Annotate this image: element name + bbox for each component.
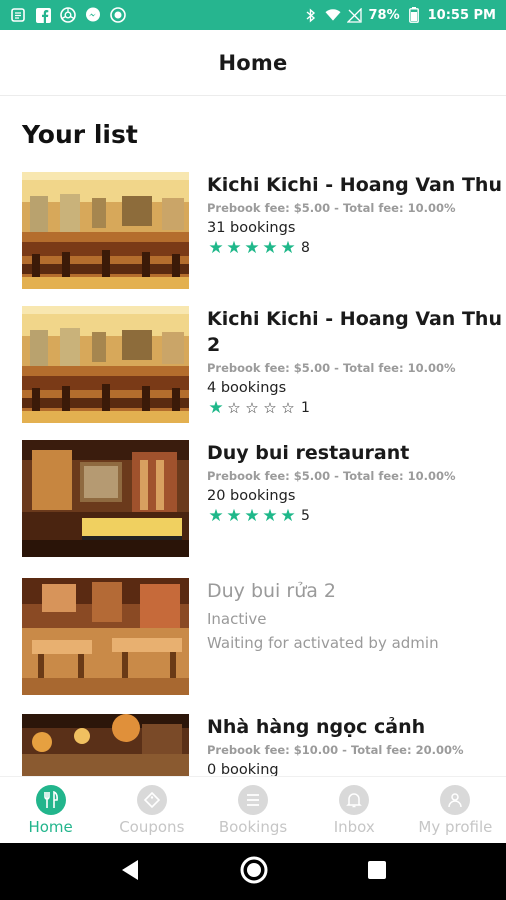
restaurant-photo [22,578,189,695]
clock: 10:55 PM [427,7,496,23]
tab-coupons[interactable]: Coupons [101,777,202,843]
list-icon [238,784,268,815]
tab-bookings[interactable]: Bookings [202,777,303,843]
tab-label: Inbox [333,817,375,836]
star-outline-icon: ☆ [281,399,295,417]
bell-icon [339,784,370,815]
restaurant-card[interactable]: Nhà hàng ngọc cảnh Prebook fee: $10.00 -… [22,714,492,776]
page-title: Home [218,50,288,75]
tab-inbox[interactable]: Inbox [304,777,405,843]
rating-count: 5 [301,508,310,524]
restaurant-info: Kichi Kichi - Hoang Van Thu Prebook fee:… [207,172,506,257]
coupon-icon [136,784,167,815]
restaurant-photo [22,714,189,776]
recents-icon[interactable] [368,860,387,883]
tab-my-profile[interactable]: My profile [405,777,506,843]
fork-knife-icon [35,784,66,815]
tab-label: Bookings [218,817,288,836]
no-signal-icon [347,7,363,23]
restaurant-info: Kichi Kichi - Hoang Van Thu 2 Prebook fe… [207,306,506,417]
facebook-icon [35,7,51,23]
app-header: Home [0,30,506,96]
restaurant-card[interactable]: Duy bui restaurant Prebook fee: $5.00 - … [22,440,492,558]
star-icon: ★ [244,238,260,258]
star-icon: ★ [280,238,296,258]
battery-percent: 78% [368,7,400,23]
star-outline-icon: ☆ [263,399,277,417]
back-icon[interactable] [120,859,140,885]
star-icon: ★ [262,506,278,526]
star-icon: ★ [208,238,224,258]
fee-text: Prebook fee: $10.00 - Total fee: 20.00% [207,743,464,757]
tab-home[interactable]: Home [0,777,101,843]
bookings-count: 0 booking [207,762,279,776]
rating-count: 1 [301,400,310,416]
restaurant-name: Nhà hàng ngọc cảnh [207,716,426,738]
rating-stars: ★ ★ ★ ★ ★ 8 [207,239,506,257]
app-screen: 78% 10:55 PM Home Your list Kichi Kichi … [0,0,506,900]
home-circle-icon[interactable] [239,855,269,889]
fee-text: Prebook fee: $5.00 - Total fee: 10.00% [207,469,456,483]
star-icon: ★ [226,238,242,258]
chrome-icon [60,7,76,23]
star-icon: ★ [280,506,296,526]
bluetooth-icon [303,7,319,23]
star-icon: ★ [208,398,224,418]
star-outline-icon: ☆ [227,399,241,417]
restaurant-name: Kichi Kichi - Hoang Van Thu 2 [207,308,502,356]
bottom-tab-bar: Home Coupons Bookings Inbox My profile [0,776,506,843]
fee-text: Prebook fee: $5.00 - Total fee: 10.00% [207,361,456,375]
notification-icon [10,7,26,23]
section-title: Your list [22,120,138,149]
star-icon: ★ [226,506,242,526]
restaurant-info: Duy bui restaurant Prebook fee: $5.00 - … [207,440,506,525]
messenger-icon [85,7,101,23]
bookings-count: 20 bookings [207,488,296,504]
system-nav-bar [0,843,506,900]
status-note: Waiting for activated by admin [207,634,439,652]
status-inactive: Inactive [207,610,267,628]
battery-icon [406,7,422,23]
restaurant-name: Kichi Kichi - Hoang Van Thu [207,174,502,196]
rating-stars: ★ ☆ ☆ ☆ ☆ 1 [207,399,506,417]
restaurant-photo [22,172,189,289]
restaurant-info: Duy bui rửa 2 Inactive Waiting for activ… [207,578,506,652]
tab-label: Home [28,817,73,836]
restaurant-name: Duy bui rửa 2 [207,580,337,602]
rating-stars: ★ ★ ★ ★ ★ 5 [207,507,506,525]
tab-label: My profile [418,817,493,836]
status-bar: 78% 10:55 PM [0,0,506,30]
star-outline-icon: ☆ [245,399,259,417]
star-icon: ★ [262,238,278,258]
star-icon: ★ [244,506,260,526]
restaurant-card-inactive[interactable]: Duy bui rửa 2 Inactive Waiting for activ… [22,578,492,696]
person-icon [440,784,471,815]
restaurant-photo [22,306,189,423]
bookings-count: 31 bookings [207,220,296,236]
restaurant-info: Nhà hàng ngọc cảnh Prebook fee: $10.00 -… [207,714,492,776]
restaurant-card[interactable]: Kichi Kichi - Hoang Van Thu 2 Prebook fe… [22,306,502,424]
restaurant-card[interactable]: Kichi Kichi - Hoang Van Thu Prebook fee:… [22,172,502,290]
rating-count: 8 [301,240,310,256]
wifi-icon [324,7,341,23]
restaurant-photo [22,440,189,557]
star-icon: ★ [208,506,224,526]
restaurant-name: Duy bui restaurant [207,442,410,464]
tab-label: Coupons [119,817,185,836]
fee-text: Prebook fee: $5.00 - Total fee: 10.00% [207,201,456,215]
bookings-count: 4 bookings [207,380,287,396]
record-icon [110,7,126,23]
